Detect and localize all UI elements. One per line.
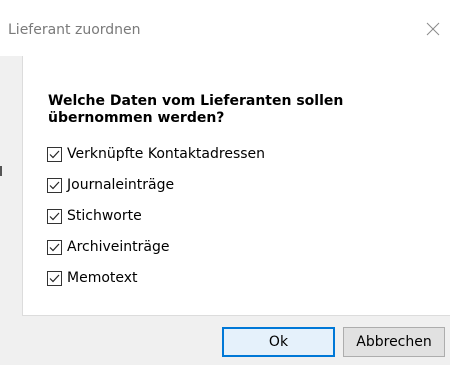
edge-marker xyxy=(0,166,2,176)
cancel-button[interactable]: Abbrechen xyxy=(343,327,445,357)
close-button[interactable] xyxy=(416,13,450,47)
dialog-window: Lieferant zuordnen Welche Daten vom Lief… xyxy=(0,0,450,365)
window-title: Lieferant zuordnen xyxy=(8,22,141,38)
option-label: Verknüpfte Kontaktadressen xyxy=(67,146,266,162)
checkbox-archiveintraege[interactable] xyxy=(47,239,62,255)
options-list: Verknüpfte Kontaktadressen Journaleinträ… xyxy=(47,144,265,299)
question-text: Welche Daten vom Lieferanten sollen über… xyxy=(48,93,344,126)
close-icon xyxy=(426,21,440,40)
option-label: Stichworte xyxy=(67,208,142,224)
checkmark-icon xyxy=(49,243,60,251)
option-journaleintraege[interactable]: Journaleinträge xyxy=(47,175,265,195)
option-stichworte[interactable]: Stichworte xyxy=(47,206,265,226)
checkmark-icon xyxy=(49,181,60,189)
option-label: Memotext xyxy=(67,270,138,286)
checkmark-icon xyxy=(49,212,60,220)
dialog-content: Welche Daten vom Lieferanten sollen über… xyxy=(22,56,450,316)
title-bar: Lieferant zuordnen xyxy=(0,0,450,56)
option-label: Archiveinträge xyxy=(67,239,170,255)
option-label: Journaleinträge xyxy=(67,177,175,193)
option-memotext[interactable]: Memotext xyxy=(47,268,265,288)
checkbox-journaleintraege[interactable] xyxy=(47,177,62,193)
checkbox-verknuepfte-kontaktadressen[interactable] xyxy=(47,146,62,162)
left-window-edge xyxy=(0,56,8,365)
checkmark-icon xyxy=(49,274,60,282)
checkbox-stichworte[interactable] xyxy=(47,208,62,224)
checkmark-icon xyxy=(49,150,60,158)
option-archiveintraege[interactable]: Archiveinträge xyxy=(47,237,265,257)
ok-button[interactable]: Ok xyxy=(222,327,335,357)
checkbox-memotext[interactable] xyxy=(47,270,62,286)
option-verknuepfte-kontaktadressen[interactable]: Verknüpfte Kontaktadressen xyxy=(47,144,265,164)
